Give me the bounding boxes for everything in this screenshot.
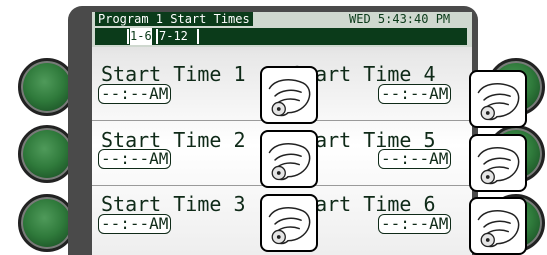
hand-pointing-icon[interactable] [260, 194, 318, 252]
tab-separator [156, 29, 158, 44]
start-time-1-value[interactable]: --:--AM [98, 84, 172, 104]
start-time-2-label: Start Time 2 [101, 128, 246, 152]
controller-panel: Program 1 Start Times WED 5:43:40 PM 1-6… [0, 0, 547, 255]
start-time-5-value[interactable]: --:--AM [378, 149, 452, 169]
hand-pointing-icon[interactable] [469, 197, 527, 255]
start-time-3-value[interactable]: --:--AM [98, 214, 172, 234]
page-title: Program 1 Start Times [95, 12, 253, 26]
tab-separator [127, 29, 129, 44]
hand-pointing-icon[interactable] [469, 134, 527, 192]
tab-separator [197, 29, 199, 44]
pointer-left-3 [68, 204, 90, 240]
start-time-1-label: Start Time 1 [101, 62, 246, 86]
start-time-2-value[interactable]: --:--AM [98, 149, 172, 169]
start-time-4-value[interactable]: --:--AM [378, 84, 452, 104]
pointer-left-2 [68, 136, 90, 172]
tab-1-6[interactable]: 1-6 [130, 28, 152, 45]
hand-pointing-icon[interactable] [260, 66, 318, 124]
start-time-3-label: Start Time 3 [101, 192, 246, 216]
hand-pointing-icon[interactable] [469, 70, 527, 128]
pointer-left-1 [68, 68, 90, 104]
start-time-6-value[interactable]: --:--AM [378, 214, 452, 234]
clock-readout: WED 5:43:40 PM [349, 12, 451, 26]
tab-7-12[interactable]: 7-12 [159, 28, 188, 45]
hand-pointing-icon[interactable] [260, 130, 318, 188]
